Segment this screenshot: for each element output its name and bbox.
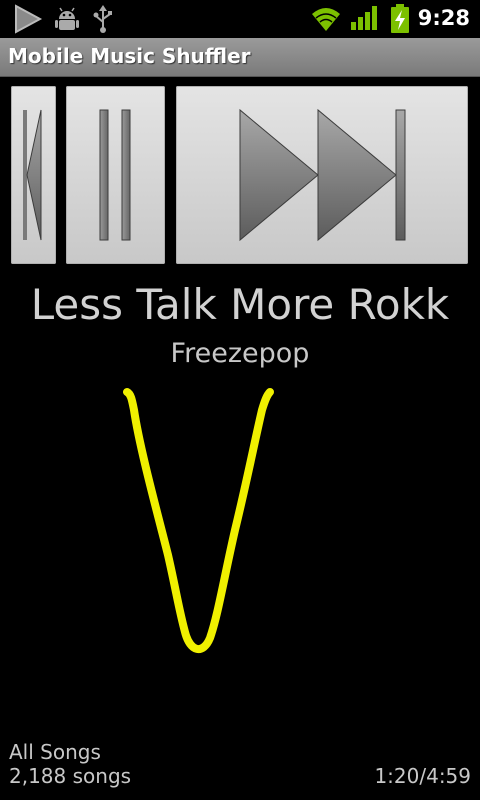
- status-bar: 9:28: [0, 0, 480, 38]
- signal-icon: [351, 6, 377, 30]
- android-debug-icon: [55, 7, 79, 30]
- gesture-path: [123, 388, 274, 653]
- song-count: 2,188 songs: [9, 764, 132, 788]
- next-button[interactable]: [176, 86, 468, 264]
- previous-icon: [23, 109, 42, 241]
- app-title: Mobile Music Shuffler: [8, 44, 251, 68]
- usb-icon: [93, 5, 112, 33]
- screen: 9:28 Mobile Music Shuffler Less Talk Mor…: [0, 0, 480, 800]
- title-bar: Mobile Music Shuffler: [0, 38, 480, 77]
- playlist-info: All Songs 2,188 songs: [9, 740, 131, 788]
- song-artist: Freezepop: [170, 338, 310, 369]
- song-title: Less Talk More Rokk: [30, 280, 450, 329]
- playlist-name: All Songs: [9, 740, 101, 764]
- playback-time: 1:20/4:59: [374, 764, 471, 788]
- pause-button[interactable]: [66, 86, 165, 264]
- battery-charging-icon: [391, 4, 409, 33]
- pause-icon: [99, 109, 131, 241]
- previous-button[interactable]: [11, 86, 56, 264]
- status-time: 9:28: [417, 6, 470, 30]
- wifi-icon: [312, 8, 340, 31]
- next-icon: [239, 108, 406, 242]
- play-notification-icon: [15, 4, 43, 34]
- gesture-stroke: [123, 388, 274, 653]
